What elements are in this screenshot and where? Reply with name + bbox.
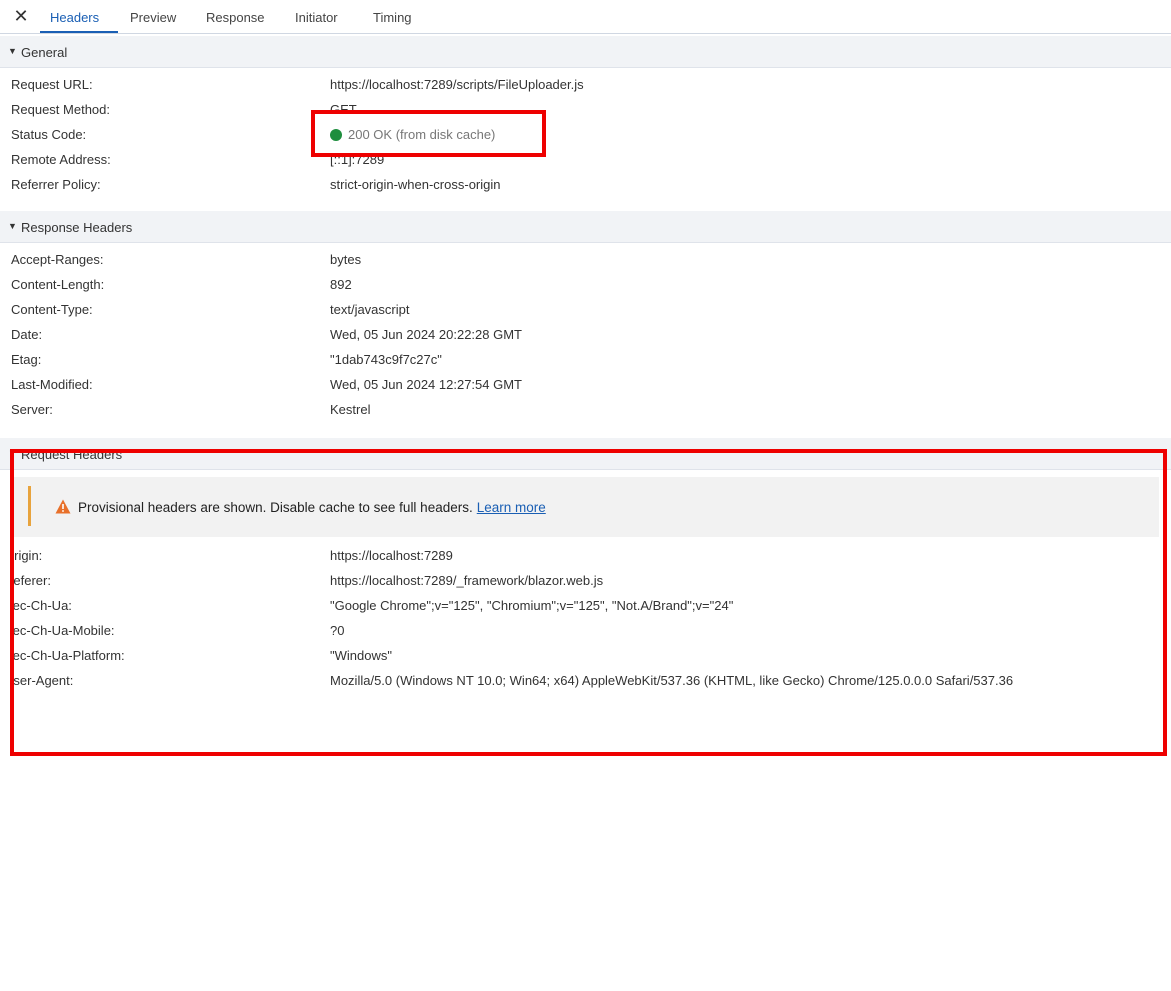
warning-icon bbox=[55, 499, 71, 514]
header-row: Sec-Ch-Ua: "Google Chrome";v="125", "Chr… bbox=[0, 593, 1171, 618]
section-title: Response Headers bbox=[21, 220, 133, 235]
header-value: "Google Chrome";v="125", "Chromium";v="1… bbox=[330, 598, 734, 613]
tab-headers[interactable]: Headers bbox=[50, 10, 99, 25]
header-row: User-Agent: Mozilla/5.0 (Windows NT 10.0… bbox=[0, 668, 1171, 693]
header-key: Request URL: bbox=[11, 77, 93, 92]
section-title: Request Headers bbox=[21, 447, 123, 462]
header-key: Sec-Ch-Ua-Platform: bbox=[4, 648, 125, 663]
tab-preview[interactable]: Preview bbox=[130, 10, 176, 25]
header-row: Content-Length: 892 bbox=[0, 272, 1171, 297]
header-row: Sec-Ch-Ua-Mobile: ?0 bbox=[0, 618, 1171, 643]
header-row: Request URL: https://localhost:7289/scri… bbox=[0, 72, 1171, 97]
section-response-headers-header[interactable]: ▼ Response Headers bbox=[0, 211, 1171, 243]
header-row: Status Code: 200 OK (from disk cache) bbox=[0, 122, 1171, 147]
triangle-down-icon: ▼ bbox=[8, 448, 17, 458]
header-row: Origin: https://localhost:7289 bbox=[0, 543, 1171, 568]
header-row: Content-Type: text/javascript bbox=[0, 297, 1171, 322]
tab-initiator[interactable]: Initiator bbox=[295, 10, 338, 25]
section-title: General bbox=[21, 45, 68, 60]
header-value: Wed, 05 Jun 2024 20:22:28 GMT bbox=[330, 327, 522, 342]
header-row: Date: Wed, 05 Jun 2024 20:22:28 GMT bbox=[0, 322, 1171, 347]
close-icon[interactable]: ✕ bbox=[12, 7, 30, 25]
header-key: Date: bbox=[11, 327, 43, 342]
warning-text: Provisional headers are shown. Disable c… bbox=[78, 500, 473, 515]
warning-accent-bar bbox=[28, 486, 31, 526]
header-key: Sec-Ch-Ua: bbox=[4, 598, 72, 613]
header-key: User-Agent: bbox=[4, 673, 74, 688]
header-row: Sec-Ch-Ua-Platform: "Windows" bbox=[0, 643, 1171, 668]
header-value: bytes bbox=[330, 252, 362, 267]
header-key: Sec-Ch-Ua-Mobile: bbox=[4, 623, 115, 638]
status-text: 200 OK (from disk cache) bbox=[348, 127, 496, 142]
learn-more-link[interactable]: Learn more bbox=[477, 500, 546, 515]
devtools-headers-panel: ✕ Headers Preview Response Initiator Tim… bbox=[0, 0, 1171, 991]
header-key: Server: bbox=[11, 402, 53, 417]
header-key: Content-Type: bbox=[11, 302, 93, 317]
header-value: https://localhost:7289/_framework/blazor… bbox=[330, 573, 604, 588]
provisional-headers-warning: Provisional headers are shown. Disable c… bbox=[13, 477, 1159, 537]
header-value: strict-origin-when-cross-origin bbox=[330, 177, 501, 192]
header-key: Content-Length: bbox=[11, 277, 105, 292]
header-row: Last-Modified: Wed, 05 Jun 2024 12:27:54… bbox=[0, 372, 1171, 397]
header-value: ?0 bbox=[330, 623, 345, 638]
header-value: "1dab743c9f7c27c" bbox=[330, 352, 442, 367]
header-key: Accept-Ranges: bbox=[11, 252, 104, 267]
header-value: text/javascript bbox=[330, 302, 410, 317]
header-value: Mozilla/5.0 (Windows NT 10.0; Win64; x64… bbox=[330, 673, 1014, 688]
active-tab-indicator bbox=[40, 31, 118, 33]
header-value: [::1]:7289 bbox=[330, 152, 385, 167]
header-value: Kestrel bbox=[330, 402, 371, 417]
header-row: Request Method: GET bbox=[0, 97, 1171, 122]
warning-message: Provisional headers are shown. Disable c… bbox=[78, 500, 546, 515]
header-row: Referer: https://localhost:7289/_framewo… bbox=[0, 568, 1171, 593]
header-row: Accept-Ranges: bytes bbox=[0, 247, 1171, 272]
header-value: Wed, 05 Jun 2024 12:27:54 GMT bbox=[330, 377, 522, 392]
triangle-down-icon: ▼ bbox=[8, 46, 17, 56]
header-key: Status Code: bbox=[11, 127, 87, 142]
header-row: Remote Address: [::1]:7289 bbox=[0, 147, 1171, 172]
header-key: Etag: bbox=[11, 352, 42, 367]
header-row: Etag: "1dab743c9f7c27c" bbox=[0, 347, 1171, 372]
tab-timing[interactable]: Timing bbox=[373, 10, 412, 25]
status-code-value: 200 OK (from disk cache) bbox=[330, 127, 495, 142]
section-request-headers-header[interactable]: ▼ Request Headers bbox=[0, 438, 1171, 470]
header-key: Referrer Policy: bbox=[11, 177, 101, 192]
header-value: "Windows" bbox=[330, 648, 392, 663]
section-general-header[interactable]: ▼ General bbox=[0, 36, 1171, 68]
header-key: Remote Address: bbox=[11, 152, 111, 167]
header-key: Last-Modified: bbox=[11, 377, 93, 392]
key-clip-mask bbox=[0, 540, 14, 700]
header-key: Request Method: bbox=[11, 102, 111, 117]
header-value: 892 bbox=[330, 277, 352, 292]
header-value: https://localhost:7289/scripts/FileUploa… bbox=[330, 77, 584, 92]
header-row: Referrer Policy: strict-origin-when-cros… bbox=[0, 172, 1171, 197]
triangle-down-icon: ▼ bbox=[8, 221, 17, 231]
tab-bar: ✕ Headers Preview Response Initiator Tim… bbox=[0, 0, 1171, 34]
tab-response[interactable]: Response bbox=[206, 10, 265, 25]
status-ok-icon bbox=[330, 129, 342, 141]
header-value: https://localhost:7289 bbox=[330, 548, 453, 563]
header-value: GET bbox=[330, 102, 357, 117]
header-row: Server: Kestrel bbox=[0, 397, 1171, 422]
